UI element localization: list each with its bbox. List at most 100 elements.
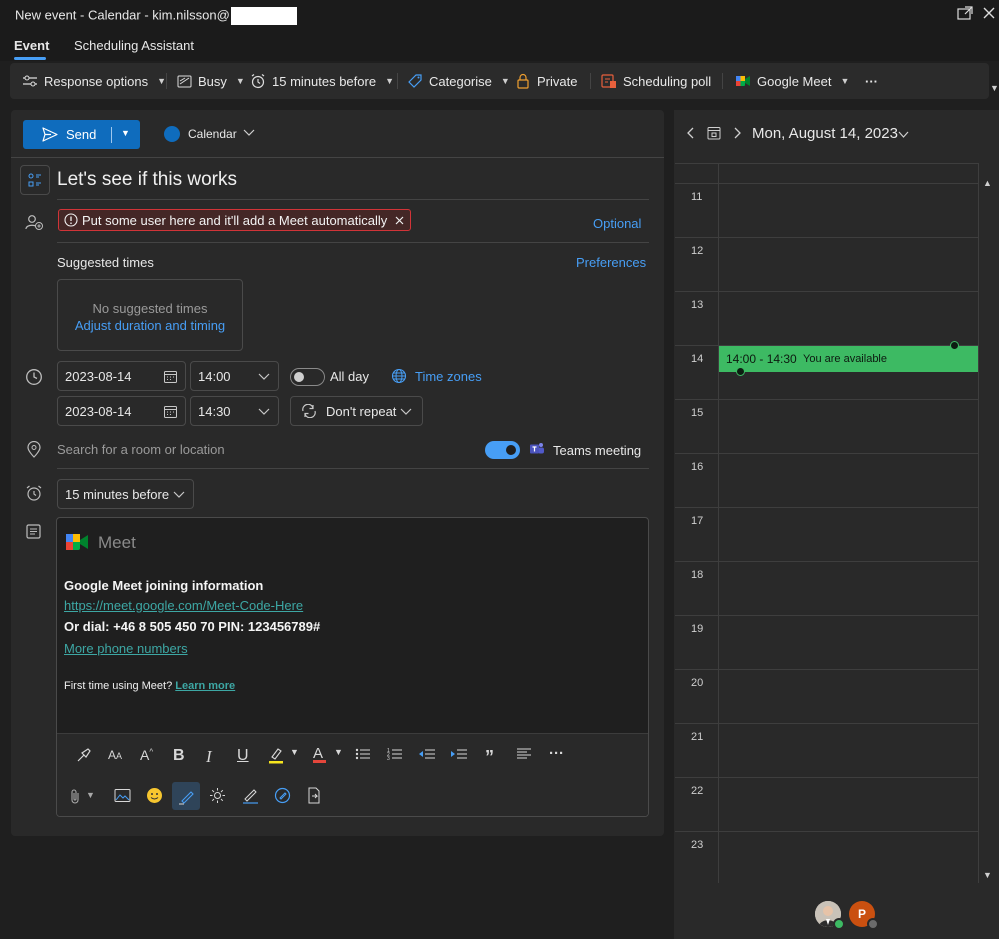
paperclip-icon[interactable] bbox=[69, 788, 81, 809]
format-painter-icon[interactable] bbox=[76, 747, 92, 767]
chevron-down-icon: ▼ bbox=[157, 76, 166, 86]
chevron-down-icon[interactable]: ▼ bbox=[86, 790, 95, 800]
attendee-chip-error[interactable]: Put some user here and it'll add a Meet … bbox=[58, 209, 412, 231]
remove-attendee-icon[interactable] bbox=[395, 216, 404, 225]
previous-day-icon[interactable] bbox=[687, 127, 695, 142]
hour-label: 18 bbox=[691, 569, 704, 581]
preferences-link[interactable]: Preferences bbox=[576, 255, 646, 270]
meet-logo-text: Meet bbox=[98, 533, 136, 552]
insert-picture-icon[interactable] bbox=[114, 788, 131, 807]
italic-icon[interactable]: I bbox=[206, 747, 212, 767]
hour-row[interactable]: 21 bbox=[675, 723, 979, 777]
bullet-list-icon[interactable] bbox=[355, 747, 371, 765]
learn-more-link[interactable]: Learn more bbox=[175, 680, 235, 692]
draw-icon[interactable] bbox=[242, 787, 259, 808]
next-day-icon[interactable] bbox=[733, 127, 741, 142]
location-input[interactable]: Search for a room or location bbox=[57, 442, 225, 457]
grow-font-icon[interactable]: A^ bbox=[140, 747, 153, 763]
time-zones-link[interactable]: Time zones bbox=[415, 369, 482, 384]
chevron-down-icon[interactable] bbox=[898, 127, 909, 142]
busy-button[interactable]: Busy ▼ bbox=[176, 63, 245, 99]
decrease-indent-icon[interactable] bbox=[418, 747, 436, 765]
more-formatting-icon[interactable]: ··· bbox=[549, 745, 564, 762]
meet-link[interactable]: https://meet.google.com/Meet-Code-Here bbox=[64, 598, 303, 613]
optional-attendees-link[interactable]: Optional bbox=[593, 216, 641, 231]
insert-signature-button[interactable] bbox=[172, 782, 200, 810]
teams-meeting-toggle[interactable] bbox=[485, 441, 520, 459]
hour-label: 23 bbox=[691, 839, 704, 851]
google-meet-button[interactable]: Google Meet ▼ bbox=[735, 63, 849, 99]
highlight-icon[interactable] bbox=[268, 746, 284, 768]
tag-icon bbox=[407, 73, 423, 89]
event-body-editor[interactable]: Meet Google Meet joining information htt… bbox=[56, 517, 649, 817]
hour-row[interactable]: 22 bbox=[675, 777, 979, 831]
event-title-input[interactable]: Let's see if this works bbox=[57, 169, 237, 191]
reminder-dropdown[interactable]: 15 minutes before bbox=[57, 479, 194, 509]
numbered-list-icon[interactable]: 123 bbox=[387, 747, 403, 765]
adjust-duration-link[interactable]: Adjust duration and timing bbox=[58, 318, 242, 333]
more-phone-numbers-link[interactable]: More phone numbers bbox=[64, 641, 188, 656]
loop-component-icon[interactable] bbox=[306, 787, 322, 808]
event-preview-block[interactable]: 14:00 - 14:30 You are available bbox=[719, 346, 978, 372]
hour-row[interactable]: 17 bbox=[675, 507, 979, 561]
today-calendar-icon[interactable] bbox=[707, 126, 721, 143]
hour-row[interactable]: 23 bbox=[675, 831, 979, 885]
chevron-down-icon[interactable]: ▼ bbox=[990, 83, 999, 93]
calendar-date-label[interactable]: Mon, August 14, 2023 bbox=[752, 125, 898, 142]
bold-icon[interactable]: B bbox=[173, 747, 185, 765]
hour-row[interactable]: 12 bbox=[675, 237, 979, 291]
emoji-icon[interactable] bbox=[146, 787, 163, 808]
calendar-selector-label[interactable]: Calendar bbox=[188, 127, 237, 141]
event-resize-handle-top[interactable] bbox=[950, 341, 959, 350]
calendar-picker-icon[interactable] bbox=[164, 370, 177, 386]
scheduling-poll-button[interactable]: Scheduling poll bbox=[601, 63, 711, 99]
chevron-down-icon[interactable] bbox=[243, 129, 255, 140]
increase-indent-icon[interactable] bbox=[450, 747, 468, 765]
send-button[interactable]: Send ▼ bbox=[23, 120, 140, 149]
start-date-field[interactable]: 2023-08-14 bbox=[57, 361, 186, 391]
hour-row[interactable]: 15 bbox=[675, 399, 979, 453]
end-time-field[interactable]: 14:30 bbox=[190, 396, 279, 426]
all-day-toggle[interactable] bbox=[290, 368, 325, 386]
scroll-down-icon[interactable]: ▼ bbox=[983, 870, 992, 880]
private-button[interactable]: Private bbox=[515, 63, 577, 99]
response-options-button[interactable]: Response options ▼ bbox=[22, 63, 166, 99]
hour-row[interactable]: 11 bbox=[675, 183, 979, 237]
ribbon-toolbar: Response options ▼ Busy ▼ 15 minutes bef… bbox=[10, 63, 999, 99]
hour-row[interactable]: 13 bbox=[675, 291, 979, 345]
end-date-value: 2023-08-14 bbox=[65, 403, 132, 419]
hour-row[interactable]: 20 bbox=[675, 669, 979, 723]
repeat-dropdown[interactable]: Don't repeat bbox=[290, 396, 423, 426]
hour-row[interactable]: 18 bbox=[675, 561, 979, 615]
hour-row[interactable]: 16 bbox=[675, 453, 979, 507]
chevron-down-icon[interactable]: ▼ bbox=[121, 128, 130, 138]
chevron-down-icon[interactable] bbox=[258, 407, 270, 419]
pop-out-icon[interactable] bbox=[957, 6, 973, 24]
calendar-picker-icon[interactable] bbox=[164, 405, 177, 421]
editor-icon[interactable] bbox=[274, 787, 291, 808]
event-resize-handle-bottom[interactable] bbox=[736, 367, 745, 376]
hour-label: 16 bbox=[691, 461, 704, 473]
chevron-down-icon[interactable]: ▼ bbox=[290, 747, 299, 757]
quote-icon[interactable]: ” bbox=[485, 747, 494, 768]
underline-icon[interactable]: U bbox=[237, 747, 249, 765]
end-date-field[interactable]: 2023-08-14 bbox=[57, 396, 186, 426]
scheduling-poll-label: Scheduling poll bbox=[623, 73, 712, 89]
font-color-icon[interactable]: A bbox=[313, 745, 326, 763]
reminder-button[interactable]: 15 minutes before ▼ bbox=[250, 63, 394, 99]
scroll-up-icon[interactable]: ▲ bbox=[983, 178, 992, 188]
event-category-icon[interactable] bbox=[20, 165, 50, 195]
brightness-icon[interactable] bbox=[209, 787, 226, 808]
chevron-down-icon[interactable]: ▼ bbox=[334, 747, 343, 757]
no-suggested-times-text: No suggested times bbox=[92, 301, 208, 316]
more-options-button[interactable]: ··· bbox=[865, 63, 878, 99]
close-icon[interactable] bbox=[983, 6, 995, 23]
tab-scheduling-assistant[interactable]: Scheduling Assistant bbox=[74, 38, 194, 53]
align-icon[interactable] bbox=[516, 747, 532, 765]
hour-row[interactable]: 19 bbox=[675, 615, 979, 669]
font-size-icon[interactable]: AA bbox=[108, 748, 122, 762]
categorise-button[interactable]: Categorise ▼ bbox=[407, 63, 510, 99]
start-time-field[interactable]: 14:00 bbox=[190, 361, 279, 391]
chevron-down-icon[interactable] bbox=[258, 372, 270, 384]
tab-event[interactable]: Event bbox=[14, 38, 49, 53]
